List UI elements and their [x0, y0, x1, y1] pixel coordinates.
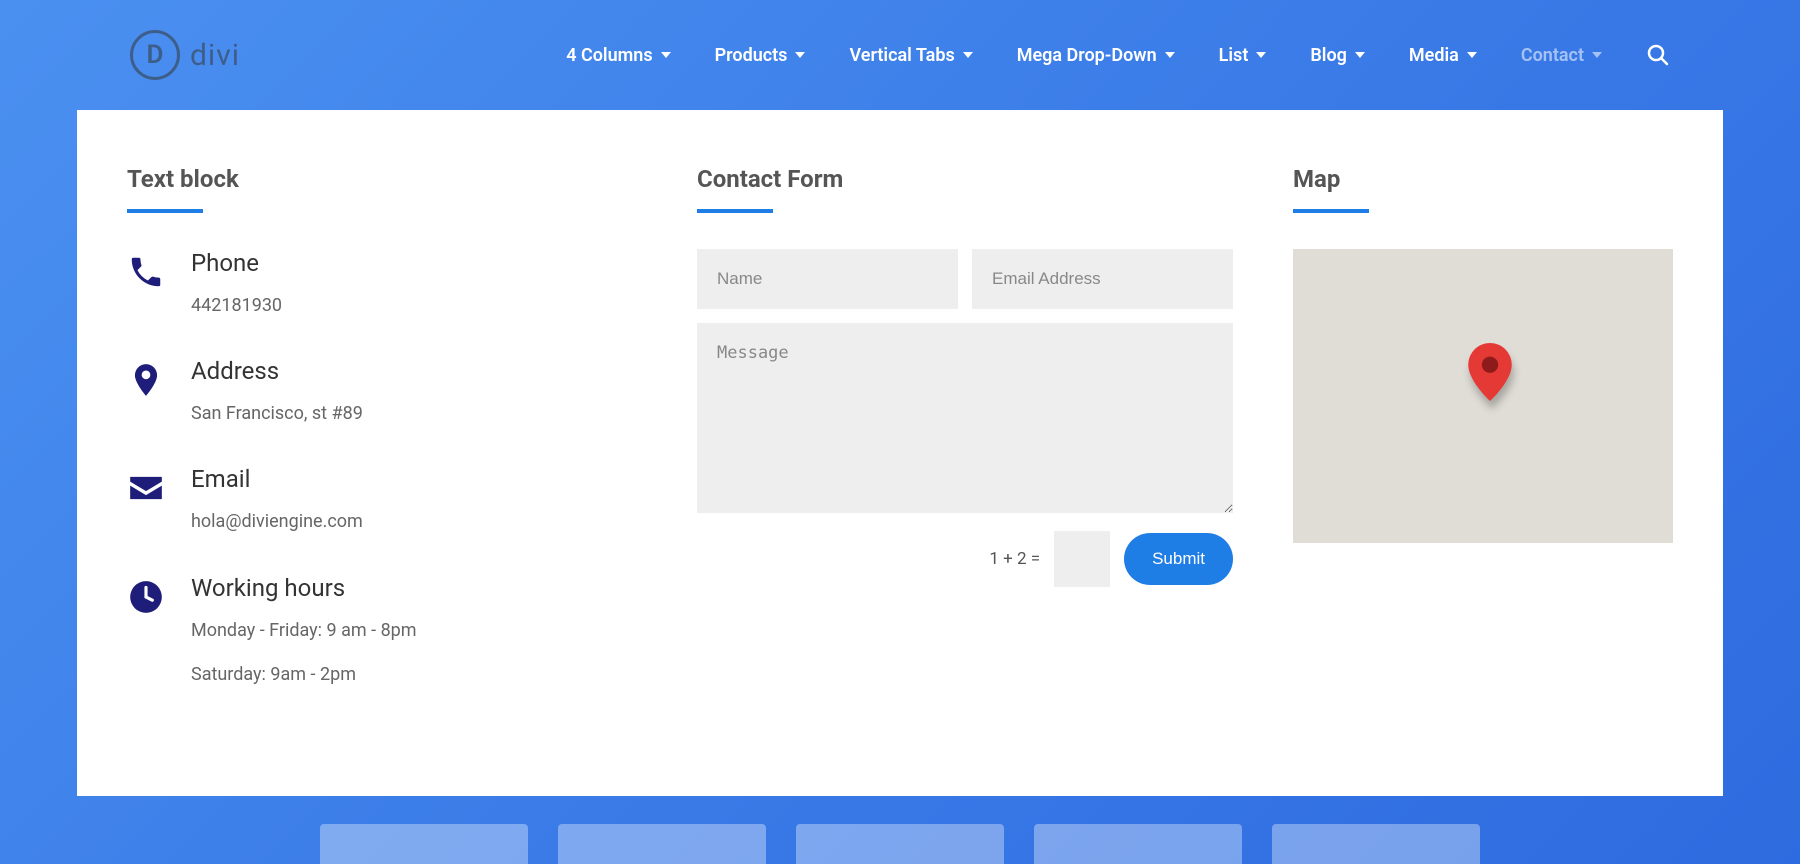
nav-label: Contact	[1521, 45, 1584, 66]
text-block-column: Text block Phone 442181930 Address San F…	[127, 165, 637, 726]
title-underline	[697, 209, 773, 213]
chevron-down-icon	[963, 52, 973, 58]
chevron-down-icon	[1355, 52, 1365, 58]
address-title: Address	[191, 357, 363, 385]
nav-label: Media	[1409, 45, 1459, 66]
main-nav: 4 Columns Products Vertical Tabs Mega Dr…	[566, 43, 1670, 67]
phone-title: Phone	[191, 249, 282, 277]
submit-button[interactable]: Submit	[1124, 533, 1233, 585]
header: D divi 4 Columns Products Vertical Tabs …	[0, 0, 1800, 110]
nav-media[interactable]: Media	[1409, 45, 1477, 66]
contact-form-title: Contact Form	[697, 165, 1233, 193]
chevron-down-icon	[1165, 52, 1175, 58]
nav-label: Products	[715, 45, 788, 66]
chevron-down-icon	[1467, 52, 1477, 58]
captcha-row: 1 + 2 = Submit	[697, 531, 1233, 587]
envelope-icon	[127, 469, 165, 507]
text-block-title: Text block	[127, 165, 637, 193]
clock-icon	[127, 578, 165, 616]
nav-vertical-tabs[interactable]: Vertical Tabs	[849, 45, 972, 66]
nav-4-columns[interactable]: 4 Columns	[566, 45, 670, 66]
captcha-input[interactable]	[1054, 531, 1110, 587]
map-pin-icon	[127, 361, 165, 399]
nav-blog[interactable]: Blog	[1310, 45, 1365, 66]
phone-icon	[127, 253, 165, 291]
email-value: hola@diviengine.com	[191, 505, 363, 539]
name-input[interactable]	[697, 249, 958, 309]
address-value: San Francisco, st #89	[191, 397, 363, 431]
title-underline	[127, 209, 203, 213]
chevron-down-icon	[1592, 52, 1602, 58]
hours-blurb: Working hours Monday - Friday: 9 am - 8p…	[127, 574, 637, 692]
nav-label: Blog	[1310, 45, 1347, 66]
logo-d-icon: D	[130, 30, 180, 80]
bg-decoration	[0, 824, 1800, 864]
email-input[interactable]	[972, 249, 1233, 309]
email-title: Email	[191, 465, 363, 493]
captcha-label: 1 + 2 =	[989, 549, 1040, 569]
dropdown-content-card: Text block Phone 442181930 Address San F…	[77, 110, 1723, 796]
nav-label: 4 Columns	[566, 45, 652, 66]
logo-text: divi	[190, 38, 240, 73]
form-row-name-email	[697, 249, 1233, 309]
address-blurb: Address San Francisco, st #89	[127, 357, 637, 431]
hours-line2: Saturday: 9am - 2pm	[191, 658, 417, 692]
nav-list[interactable]: List	[1219, 45, 1267, 66]
phone-value: 442181930	[191, 289, 282, 323]
hours-line1: Monday - Friday: 9 am - 8pm	[191, 614, 417, 648]
title-underline	[1293, 209, 1369, 213]
nav-label: List	[1219, 45, 1249, 66]
chevron-down-icon	[795, 52, 805, 58]
map-marker-icon	[1468, 343, 1512, 401]
nav-label: Vertical Tabs	[849, 45, 954, 66]
message-textarea[interactable]	[697, 323, 1233, 513]
map-widget[interactable]	[1293, 249, 1673, 543]
nav-products[interactable]: Products	[715, 45, 806, 66]
contact-form-column: Contact Form 1 + 2 = Submit	[697, 165, 1233, 726]
nav-mega-drop-down[interactable]: Mega Drop-Down	[1017, 45, 1175, 66]
chevron-down-icon	[1256, 52, 1266, 58]
phone-blurb: Phone 442181930	[127, 249, 637, 323]
chevron-down-icon	[661, 52, 671, 58]
search-icon[interactable]	[1646, 43, 1670, 67]
site-logo[interactable]: D divi	[130, 30, 240, 80]
email-blurb: Email hola@diviengine.com	[127, 465, 637, 539]
map-title: Map	[1293, 165, 1673, 193]
nav-label: Mega Drop-Down	[1017, 45, 1157, 66]
map-column: Map	[1293, 165, 1673, 726]
hours-title: Working hours	[191, 574, 417, 602]
nav-contact[interactable]: Contact	[1521, 45, 1602, 66]
